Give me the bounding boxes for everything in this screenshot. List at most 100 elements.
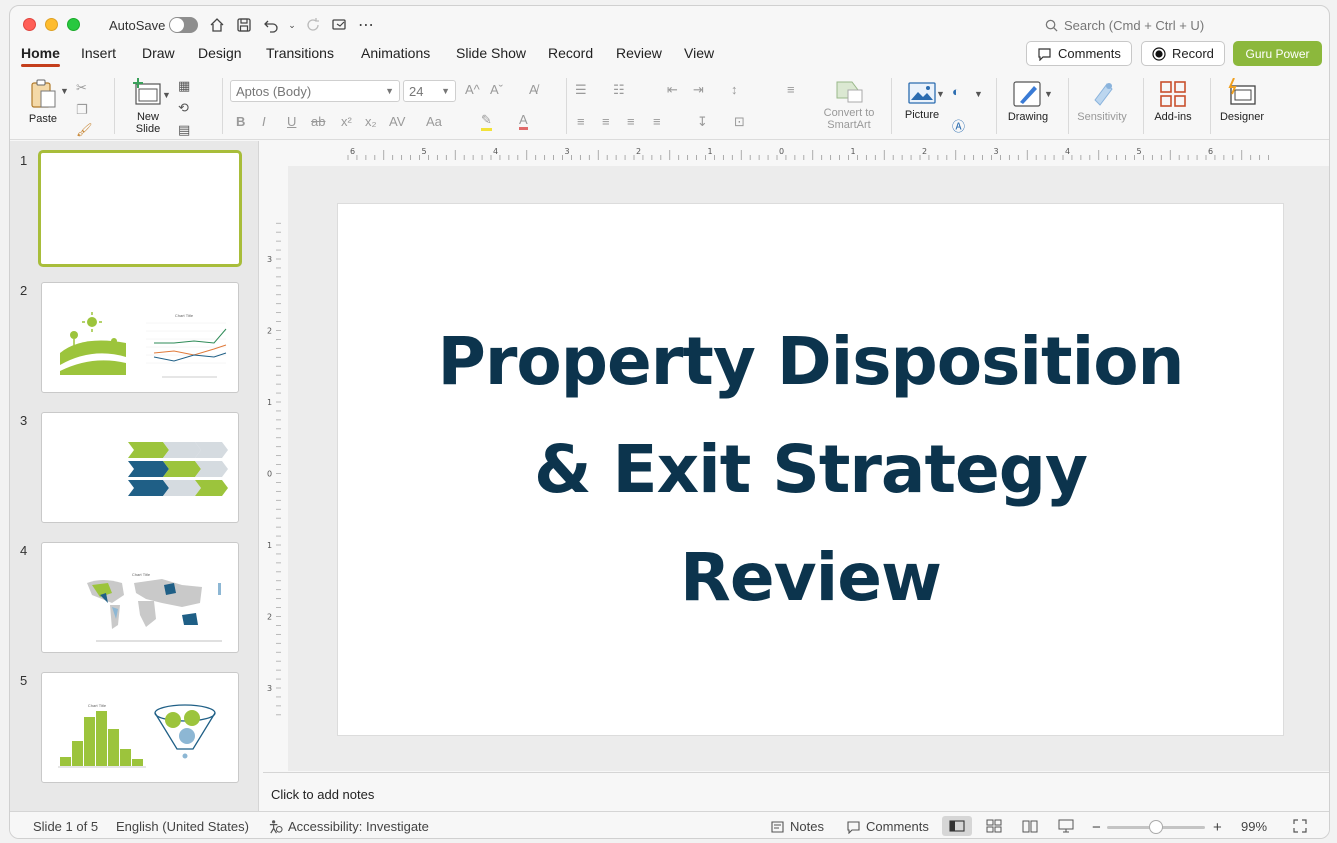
tab-transitions[interactable]: Transitions: [266, 45, 334, 61]
zoom-level[interactable]: 99%: [1241, 819, 1267, 834]
tab-view[interactable]: View: [684, 45, 714, 61]
ruler-label: 1: [708, 147, 713, 156]
shapes-dropdown-icon[interactable]: ▼: [974, 89, 983, 99]
layout-icon[interactable]: ▦: [178, 78, 190, 94]
presenter-icon[interactable]: [329, 15, 349, 35]
justify-icon[interactable]: ≡: [653, 114, 661, 129]
tab-design[interactable]: Design: [198, 45, 242, 61]
tab-draw[interactable]: Draw: [142, 45, 175, 61]
record-button[interactable]: Record: [1141, 41, 1225, 66]
minimize-window-button[interactable]: [45, 18, 58, 31]
decrease-indent-icon[interactable]: ⇤: [667, 82, 678, 98]
font-name-select[interactable]: Aptos (Body) ▼: [230, 80, 400, 102]
paste-dropdown-icon[interactable]: ▼: [60, 86, 69, 96]
sensitivity-button[interactable]: Sensitivity: [1074, 78, 1130, 123]
slide-sorter-button[interactable]: [979, 816, 1009, 836]
tab-review[interactable]: Review: [616, 45, 662, 61]
format-painter-icon[interactable]: 🖌: [76, 122, 93, 138]
guru-power-button[interactable]: Guru Power: [1233, 41, 1322, 66]
columns-icon[interactable]: ≡: [787, 82, 795, 97]
tab-insert[interactable]: Insert: [81, 45, 116, 61]
numbering-icon[interactable]: ☷: [613, 82, 625, 98]
reading-view-button[interactable]: [1015, 816, 1045, 836]
comments-button[interactable]: Comments: [1026, 41, 1132, 66]
more-options-icon[interactable]: ⋯: [356, 15, 376, 35]
text-direction-icon[interactable]: ↧: [697, 114, 708, 130]
increase-font-icon[interactable]: A^: [465, 82, 480, 97]
designer-button[interactable]: Designer: [1216, 77, 1268, 123]
new-slide-button[interactable]: New Slide: [126, 78, 170, 135]
align-left-icon[interactable]: ≡: [577, 114, 585, 129]
zoom-slider[interactable]: [1107, 820, 1205, 834]
superscript-icon[interactable]: x²: [341, 114, 352, 129]
save-icon[interactable]: [234, 15, 254, 35]
zoom-slider-knob[interactable]: [1149, 820, 1163, 834]
clear-format-icon[interactable]: A̸: [529, 82, 538, 97]
highlight-icon[interactable]: ✎: [481, 112, 492, 131]
normal-view-button[interactable]: [942, 816, 972, 836]
change-case-icon[interactable]: Aa: [426, 114, 442, 129]
undo-dropdown-icon[interactable]: ⌄: [282, 15, 302, 35]
notes-toggle[interactable]: Notes: [770, 819, 824, 834]
new-slide-dropdown-icon[interactable]: ▼: [162, 90, 171, 100]
search-box[interactable]: Search (Cmd + Ctrl + U): [1045, 18, 1204, 33]
align-center-icon[interactable]: ≡: [602, 114, 610, 129]
add-ins-button[interactable]: Add-ins: [1150, 80, 1196, 123]
ruler-label: 0: [779, 147, 784, 156]
ruler-label: 3: [267, 684, 272, 693]
slide-thumbnail-5[interactable]: Chart Title: [41, 672, 239, 783]
notes-pane[interactable]: Click to add notes: [263, 772, 1329, 810]
align-right-icon[interactable]: ≡: [627, 114, 635, 129]
underline-icon[interactable]: U: [287, 114, 296, 129]
line-spacing-icon[interactable]: ↕: [731, 82, 738, 97]
reset-icon[interactable]: ⟲: [178, 100, 189, 116]
undo-icon[interactable]: [261, 15, 281, 35]
italic-icon[interactable]: I: [262, 114, 266, 129]
subscript-icon[interactable]: x₂: [365, 114, 377, 129]
redo-icon[interactable]: [303, 15, 323, 35]
fit-to-window-button[interactable]: [1293, 819, 1307, 833]
accessibility-checker[interactable]: Accessibility: Investigate: [268, 819, 429, 834]
slide-thumbnail-4[interactable]: Chart Title: [41, 542, 239, 653]
home-icon[interactable]: [207, 15, 227, 35]
chart-title: Chart Title: [175, 313, 194, 318]
section-icon[interactable]: ▤: [178, 122, 190, 138]
copy-icon[interactable]: ❐: [76, 102, 88, 118]
autosave-toggle[interactable]: [169, 17, 198, 33]
tab-slide-show[interactable]: Slide Show: [456, 45, 526, 61]
tab-record[interactable]: Record: [548, 45, 593, 61]
slide-thumbnail-1[interactable]: [38, 150, 242, 267]
align-text-icon[interactable]: ⊡: [734, 114, 745, 130]
cut-icon[interactable]: ✂: [76, 80, 87, 96]
character-spacing-icon[interactable]: AV: [389, 114, 405, 129]
textbox-icon[interactable]: Ⓐ: [952, 116, 965, 135]
zoom-window-button[interactable]: [67, 18, 80, 31]
font-size-select[interactable]: 24 ▼: [403, 80, 456, 102]
current-slide[interactable]: Property Disposition & Exit Strategy Rev…: [337, 203, 1284, 736]
increase-indent-icon[interactable]: ⇥: [693, 82, 704, 98]
slide-thumbnail-3[interactable]: [41, 412, 239, 523]
picture-dropdown-icon[interactable]: ▼: [936, 89, 945, 99]
bold-icon[interactable]: B: [236, 114, 245, 129]
drawing-dropdown-icon[interactable]: ▼: [1044, 89, 1053, 99]
add-ins-label: Add-ins: [1154, 111, 1192, 123]
slide-thumbnail-2[interactable]: Chart Title: [41, 282, 239, 393]
decrease-font-icon[interactable]: Aˇ: [490, 82, 503, 97]
zoom-out-button[interactable]: −: [1092, 819, 1101, 836]
convert-to-smartart-button[interactable]: Convert to SmartArt: [818, 78, 880, 131]
close-window-button[interactable]: [23, 18, 36, 31]
bullets-icon[interactable]: ☰: [575, 82, 587, 98]
slideshow-view-button[interactable]: [1051, 816, 1081, 836]
drawing-button[interactable]: Drawing: [1003, 80, 1053, 123]
zoom-in-button[interactable]: +: [1213, 819, 1222, 836]
strikethrough-icon[interactable]: ab: [311, 114, 325, 129]
slide-title[interactable]: Property Disposition & Exit Strategy Rev…: [437, 308, 1184, 632]
comments-toggle[interactable]: Comments: [846, 819, 929, 834]
picture-button[interactable]: Picture: [898, 80, 946, 121]
shapes-icon[interactable]: ◐: [952, 84, 960, 99]
paste-button[interactable]: Paste: [23, 78, 63, 125]
font-color-icon[interactable]: A: [519, 112, 528, 130]
language-indicator[interactable]: English (United States): [116, 819, 249, 834]
tab-home[interactable]: Home: [21, 45, 60, 67]
tab-animations[interactable]: Animations: [361, 45, 430, 61]
